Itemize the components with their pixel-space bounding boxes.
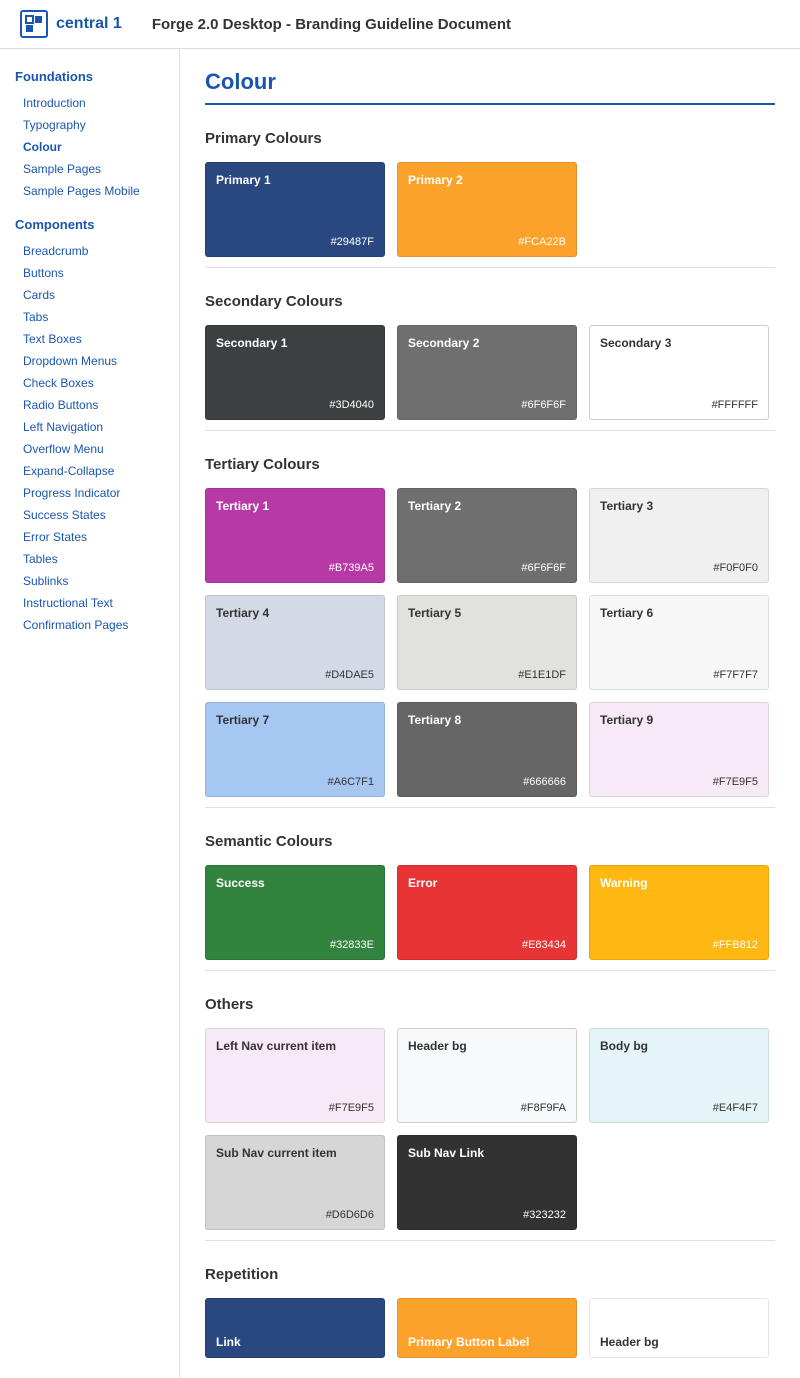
logo-text: central 1 xyxy=(56,15,122,33)
tertiary-7-swatch: Tertiary 7 #A6C7F1 xyxy=(205,702,385,797)
rep-header-bg-swatch: Header bg xyxy=(589,1298,769,1358)
sidebar-item-buttons[interactable]: Buttons xyxy=(15,262,164,284)
tertiary-5-swatch: Tertiary 5 #E1E1DF xyxy=(397,595,577,690)
sidebar-item-breadcrumb[interactable]: Breadcrumb xyxy=(15,240,164,262)
divider-primary xyxy=(205,267,775,268)
divider-semantic xyxy=(205,970,775,971)
sidebar-item-check-boxes[interactable]: Check Boxes xyxy=(15,372,164,394)
sidebar-item-progress-indicator[interactable]: Progress Indicator xyxy=(15,482,164,504)
sub-nav-link-swatch: Sub Nav Link #323232 xyxy=(397,1135,577,1230)
others-title: Others xyxy=(205,996,775,1013)
sidebar-item-cards[interactable]: Cards xyxy=(15,284,164,306)
sidebar-item-instructional-text[interactable]: Instructional Text xyxy=(15,592,164,614)
secondary-3-swatch: Secondary 3 #FFFFFF xyxy=(589,325,769,420)
repetition-grid: Link Primary Button Label Header bg xyxy=(205,1298,775,1358)
components-section-title: Components xyxy=(15,217,164,232)
tertiary-colours-grid: Tertiary 1 #B739A5 Tertiary 2 #6F6F6F Te… xyxy=(205,488,775,797)
primary-2-swatch: Primary 2 #FCA22B xyxy=(397,162,577,257)
sidebar-item-text-boxes[interactable]: Text Boxes xyxy=(15,328,164,350)
divider-tertiary xyxy=(205,807,775,808)
app-header: central 1 Forge 2.0 Desktop - Branding G… xyxy=(0,0,800,49)
error-swatch: Error #E83434 xyxy=(397,865,577,960)
tertiary-3-swatch: Tertiary 3 #F0F0F0 xyxy=(589,488,769,583)
sidebar-item-introduction[interactable]: Introduction xyxy=(15,92,164,114)
sidebar-item-sample-pages-mobile[interactable]: Sample Pages Mobile xyxy=(15,180,164,202)
primary-colours-title: Primary Colours xyxy=(205,130,775,147)
rep-primary-button-swatch: Primary Button Label xyxy=(397,1298,577,1358)
secondary-colours-grid: Secondary 1 #3D4040 Secondary 2 #6F6F6F … xyxy=(205,325,775,420)
secondary-2-swatch: Secondary 2 #6F6F6F xyxy=(397,325,577,420)
sidebar: Foundations Introduction Typography Colo… xyxy=(0,49,180,1378)
sidebar-item-sublinks[interactable]: Sublinks xyxy=(15,570,164,592)
sidebar-item-radio-buttons[interactable]: Radio Buttons xyxy=(15,394,164,416)
repetition-title: Repetition xyxy=(205,1266,775,1283)
warning-swatch: Warning #FFB812 xyxy=(589,865,769,960)
left-nav-current-swatch: Left Nav current item #F7E9F5 xyxy=(205,1028,385,1123)
tertiary-2-swatch: Tertiary 2 #6F6F6F xyxy=(397,488,577,583)
body-bg-swatch: Body bg #E4F4F7 xyxy=(589,1028,769,1123)
sidebar-item-expand-collapse[interactable]: Expand-Collapse xyxy=(15,460,164,482)
logo-icon xyxy=(20,10,48,38)
primary-colours-grid: Primary 1 #29487F Primary 2 #FCA22B xyxy=(205,162,775,257)
sub-nav-current-swatch: Sub Nav current item #D6D6D6 xyxy=(205,1135,385,1230)
sidebar-item-left-navigation[interactable]: Left Navigation xyxy=(15,416,164,438)
others-colours-grid: Left Nav current item #F7E9F5 Header bg … xyxy=(205,1028,775,1230)
sidebar-item-tabs[interactable]: Tabs xyxy=(15,306,164,328)
tertiary-8-swatch: Tertiary 8 #666666 xyxy=(397,702,577,797)
sidebar-item-sample-pages[interactable]: Sample Pages xyxy=(15,158,164,180)
sidebar-item-error-states[interactable]: Error States xyxy=(15,526,164,548)
sidebar-item-confirmation-pages[interactable]: Confirmation Pages xyxy=(15,614,164,636)
divider-others xyxy=(205,1240,775,1241)
secondary-1-swatch: Secondary 1 #3D4040 xyxy=(205,325,385,420)
logo: central 1 xyxy=(20,10,122,38)
sidebar-item-typography[interactable]: Typography xyxy=(15,114,164,136)
tertiary-4-swatch: Tertiary 4 #D4DAE5 xyxy=(205,595,385,690)
tertiary-9-swatch: Tertiary 9 #F7E9F5 xyxy=(589,702,769,797)
sidebar-item-overflow-menu[interactable]: Overflow Menu xyxy=(15,438,164,460)
main-content: Colour Primary Colours Primary 1 #29487F… xyxy=(180,49,800,1378)
page-title: Colour xyxy=(205,69,775,105)
sidebar-item-success-states[interactable]: Success States xyxy=(15,504,164,526)
semantic-colours-title: Semantic Colours xyxy=(205,833,775,850)
header-bg-swatch: Header bg #F8F9FA xyxy=(397,1028,577,1123)
tertiary-1-swatch: Tertiary 1 #B739A5 xyxy=(205,488,385,583)
tertiary-6-swatch: Tertiary 6 #F7F7F7 xyxy=(589,595,769,690)
foundations-section-title: Foundations xyxy=(15,69,164,84)
sidebar-item-dropdown-menus[interactable]: Dropdown Menus xyxy=(15,350,164,372)
semantic-colours-grid: Success #32833E Error #E83434 Warning #F… xyxy=(205,865,775,960)
tertiary-colours-title: Tertiary Colours xyxy=(205,456,775,473)
sidebar-item-colour[interactable]: Colour xyxy=(15,136,164,158)
primary-1-swatch: Primary 1 #29487F xyxy=(205,162,385,257)
success-swatch: Success #32833E xyxy=(205,865,385,960)
rep-link-swatch: Link xyxy=(205,1298,385,1358)
secondary-colours-title: Secondary Colours xyxy=(205,293,775,310)
sidebar-item-tables[interactable]: Tables xyxy=(15,548,164,570)
divider-secondary xyxy=(205,430,775,431)
header-title: Forge 2.0 Desktop - Branding Guideline D… xyxy=(152,16,511,33)
